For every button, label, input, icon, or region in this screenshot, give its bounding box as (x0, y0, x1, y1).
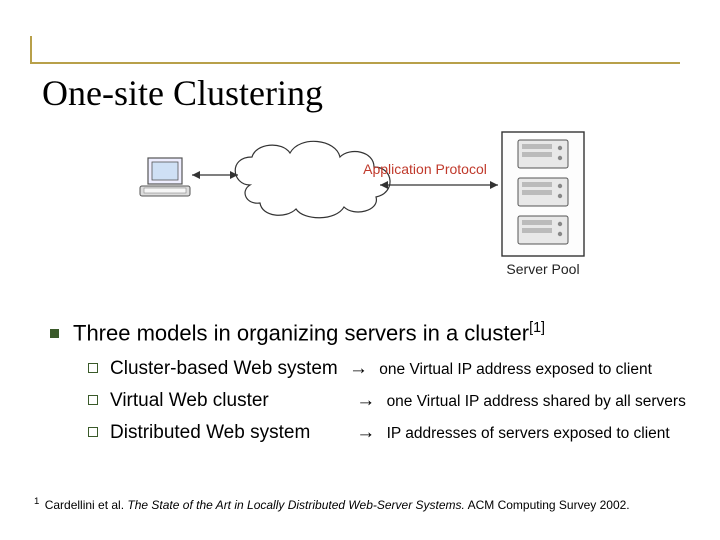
sub-bullet-3: Distributed Web system → IP addresses of… (88, 420, 700, 446)
bullet-icon (88, 363, 98, 373)
sub-bullet-content: Virtual Web cluster → one Virtual IP add… (110, 388, 686, 414)
main-bullet-text: Three models in organizing servers in a … (73, 320, 545, 346)
sub-bullet-label: Cluster-based Web system (110, 358, 338, 379)
sub-bullet-2: Virtual Web cluster → one Virtual IP add… (88, 388, 700, 414)
sub-bullet-detail: IP addresses of servers exposed to clien… (387, 425, 670, 442)
sub-bullet-label: Distributed Web system (110, 420, 345, 446)
sub-bullet-content: Cluster-based Web system → one Virtual I… (110, 356, 652, 382)
sub-bullet-detail: one Virtual IP address exposed to client (379, 361, 652, 378)
footnote-venue: ACM Computing Survey 2002. (468, 498, 630, 512)
slide: One-site Clustering Application Protocol (0, 0, 720, 540)
bullet-icon (88, 395, 98, 405)
footnote-title: The State of the Art in Locally Distribu… (127, 498, 464, 512)
server-icon-2 (518, 178, 568, 206)
footnote-number: 1 (34, 496, 39, 507)
slide-title: One-site Clustering (42, 72, 323, 114)
title-rule-horizontal (30, 62, 680, 64)
sub-bullet-label: Virtual Web cluster (110, 388, 345, 414)
network-cloud-icon (235, 141, 390, 217)
footnote-authors: Cardellini et al. (45, 498, 128, 512)
arrowhead-left-l (192, 171, 200, 179)
arrow-icon: → (356, 390, 375, 411)
server-icon-1 (518, 140, 568, 168)
bullet-icon (88, 427, 98, 437)
architecture-diagram: Application Protocol Server Poo (130, 130, 600, 300)
bullet-icon (50, 329, 59, 338)
sub-bullet-content: Distributed Web system → IP addresses of… (110, 420, 670, 446)
arrow-icon: → (356, 422, 375, 443)
body-content: Three models in organizing servers in a … (50, 320, 700, 451)
arrow-icon: → (349, 358, 368, 379)
sub-bullet-detail: one Virtual IP address shared by all ser… (387, 393, 686, 410)
server-icon-3 (518, 216, 568, 244)
sub-bullet-1: Cluster-based Web system → one Virtual I… (88, 356, 700, 382)
main-bullet-pre: Three models in organizing servers in a … (73, 320, 529, 345)
main-bullet-ref: [1] (529, 320, 545, 336)
protocol-label: Application Protocol (363, 161, 487, 177)
main-bullet: Three models in organizing servers in a … (50, 320, 700, 346)
server-pool-label: Server Pool (506, 261, 579, 277)
footnote: 1 Cardellini et al. The State of the Art… (34, 496, 630, 512)
arrowhead-right-r (490, 181, 498, 189)
title-rule-vertical (30, 36, 32, 62)
client-icon (140, 158, 190, 196)
